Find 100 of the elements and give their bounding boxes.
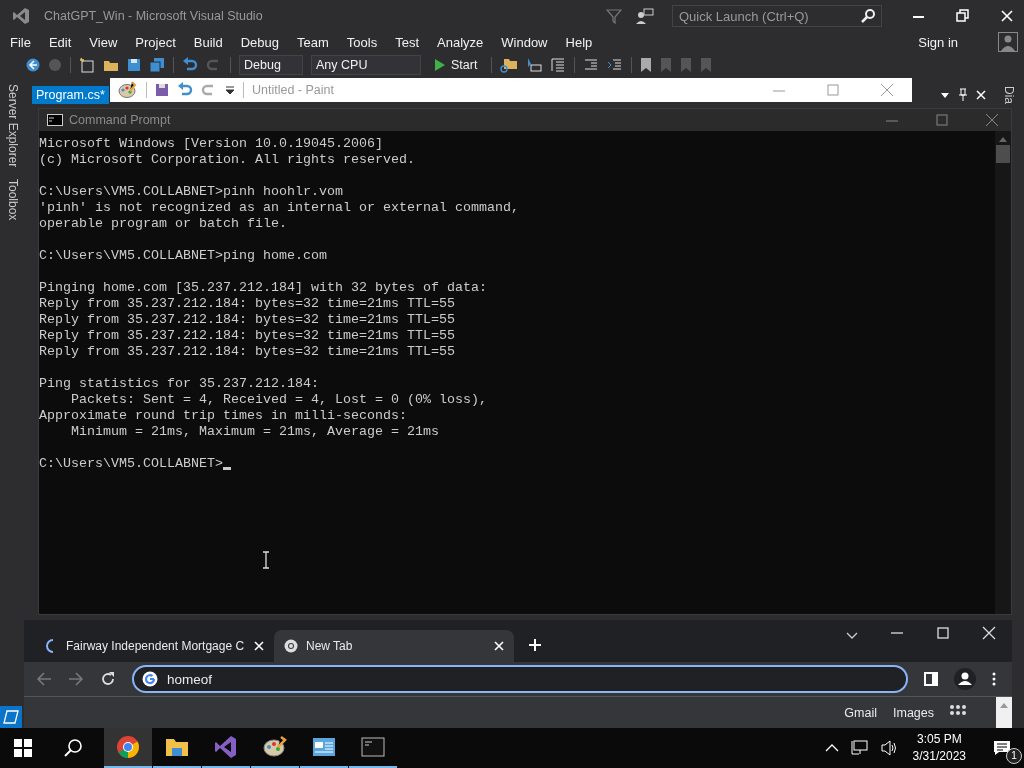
menu-item[interactable]: Debug (240, 34, 279, 50)
new-project-icon[interactable] (79, 57, 95, 73)
save-icon[interactable] (127, 58, 141, 72)
feedback-icon[interactable] (636, 8, 654, 24)
browser-tab[interactable]: New Tab (274, 630, 514, 662)
console-line: C:\Users\VM5.COLLABNET>pinh hoohlr.vom (39, 184, 343, 200)
sign-in-link[interactable]: Sign in (918, 34, 958, 50)
window-title: Untitled - Paint (252, 83, 334, 97)
save-icon[interactable] (155, 83, 169, 97)
bookmark-icon[interactable] (640, 57, 653, 73)
side-tab[interactable]: Toolbox (6, 179, 20, 221)
quick-launch-field[interactable]: Quick Launch (Ctrl+Q) (672, 5, 882, 27)
menu-item[interactable]: Analyze (437, 34, 484, 50)
browser-icon (116, 735, 140, 759)
console-icon (47, 114, 63, 126)
console-line: 'pinh' is not recognized as an internal or external command, (39, 200, 519, 216)
profile-icon[interactable] (954, 668, 976, 690)
tablet-mode-icon[interactable] (0, 706, 22, 728)
menu-item[interactable]: Team (297, 34, 329, 50)
start-button[interactable]: Start (429, 56, 484, 74)
list-icon[interactable] (550, 57, 567, 73)
console-line: Approximate round trip times in milli-seconds: (39, 408, 407, 424)
menu-item[interactable]: Build (193, 34, 223, 50)
menu-icon[interactable] (992, 672, 996, 686)
reload-icon[interactable] (100, 671, 116, 687)
console-line: (c) Microsoft Corporation. All rights reserved. (39, 152, 415, 168)
studio-logo-icon (12, 7, 30, 25)
console-line: C:\Users\VM5.COLLABNET>ping home.com (39, 248, 327, 264)
search-icon[interactable] (64, 739, 82, 757)
indent-icon[interactable] (607, 57, 624, 73)
console-line: Reply from 35.237.212.184: bytes=32 time=21ms TTL=55 (39, 344, 455, 360)
notification-count: 1 (1006, 748, 1022, 764)
menu-item[interactable]: Window (501, 34, 548, 50)
scroll-thumb[interactable] (996, 145, 1010, 163)
new-tab-icon[interactable] (528, 638, 542, 652)
undo-icon[interactable] (182, 57, 198, 73)
document-tab[interactable]: Program.cs* (32, 86, 109, 104)
page-link[interactable]: Images (893, 705, 934, 720)
studio-icon (214, 735, 238, 759)
network-icon[interactable] (850, 740, 869, 756)
console-line: Reply from 35.237.212.184: bytes=32 time=21ms TTL=55 (39, 312, 455, 328)
account-icon[interactable] (998, 32, 1018, 52)
scroll-up-icon[interactable] (998, 135, 1008, 143)
find-icon[interactable] (500, 57, 519, 73)
start-icon[interactable] (14, 739, 32, 757)
menu-item[interactable]: Tools (346, 34, 378, 50)
console-line: operable program or batch file. (39, 216, 287, 232)
dropdown-icon[interactable] (940, 90, 950, 100)
clock-date[interactable]: 3/31/2023 (912, 748, 966, 765)
browser-tab[interactable]: Fairway Independent Mortgage C (34, 630, 274, 662)
pointer-icon[interactable] (526, 57, 543, 73)
pin-icon[interactable] (958, 88, 968, 102)
side-panel-icon[interactable] (924, 672, 938, 686)
browser-logo-icon (284, 639, 298, 653)
app-window-icon (312, 735, 336, 759)
menu-item[interactable]: View (89, 34, 118, 50)
filter-icon[interactable] (606, 8, 622, 24)
play-icon[interactable] (435, 59, 445, 71)
console-line: Ping statistics for 35.237.212.184: (39, 376, 319, 392)
console-line: Microsoft Windows [Version 10.0.19045.2006] (39, 136, 383, 152)
notifications-button[interactable]: 1 (980, 728, 1024, 768)
console-line: C:\Users\VM5.COLLABNET> (39, 456, 223, 472)
scrollbar[interactable] (996, 697, 1012, 728)
clock-time[interactable]: 3:05 PM (916, 731, 962, 748)
console-line: Minimum = 21ms, Maximum = 21ms, Average = 21ms (70, 424, 439, 440)
menu-item[interactable]: Test (395, 34, 419, 50)
taskbar-button[interactable] (104, 728, 152, 768)
menu-item[interactable]: File (10, 34, 31, 50)
scrollbar[interactable] (995, 131, 1011, 614)
window-title: ChatGPT_Win - Microsoft Visual Studio (44, 9, 263, 23)
console-icon (361, 735, 385, 759)
forward-icon[interactable] (68, 672, 84, 686)
search-engine-icon (142, 671, 158, 687)
menu-item[interactable]: Project (135, 34, 176, 50)
address-bar[interactable]: homeof (132, 665, 908, 693)
text-cursor-icon (262, 551, 270, 569)
dropdown-icon[interactable] (225, 85, 235, 95)
page-link[interactable]: Gmail (844, 705, 877, 720)
console-line: Reply from 35.237.212.184: bytes=32 time=21ms TTL=55 (39, 296, 455, 312)
back-icon[interactable] (26, 58, 40, 72)
platform-dropdown[interactable]: Any CPU (311, 55, 421, 75)
window-title: Command Prompt (69, 113, 171, 127)
save-all-icon[interactable] (149, 57, 165, 73)
search-icon[interactable] (861, 9, 875, 23)
palette-icon[interactable] (118, 81, 138, 99)
restore-icon[interactable] (956, 9, 970, 23)
console-line: Packets: Sent = 4, Received = 4, Lost = 0 (0% loss), (70, 392, 487, 408)
volume-icon[interactable] (880, 740, 899, 756)
configuration-dropdown[interactable]: Debug (239, 55, 303, 75)
menu-item[interactable]: Edit (48, 34, 72, 50)
console-line: Pinging home.com [35.237.212.184] with 32 bytes of data: (39, 280, 487, 296)
chevron-up-icon[interactable] (824, 743, 839, 753)
palette-icon (263, 735, 287, 759)
side-tab[interactable]: Server Explorer (6, 84, 20, 168)
console-line: Reply from 35.237.212.184: bytes=32 time=21ms TTL=55 (39, 328, 455, 344)
menu-item[interactable]: Help (565, 34, 593, 50)
outdent-icon[interactable] (583, 57, 600, 73)
undo-icon[interactable] (177, 82, 193, 98)
message-icon (993, 740, 1011, 756)
side-tab[interactable]: Dia (1002, 86, 1016, 104)
